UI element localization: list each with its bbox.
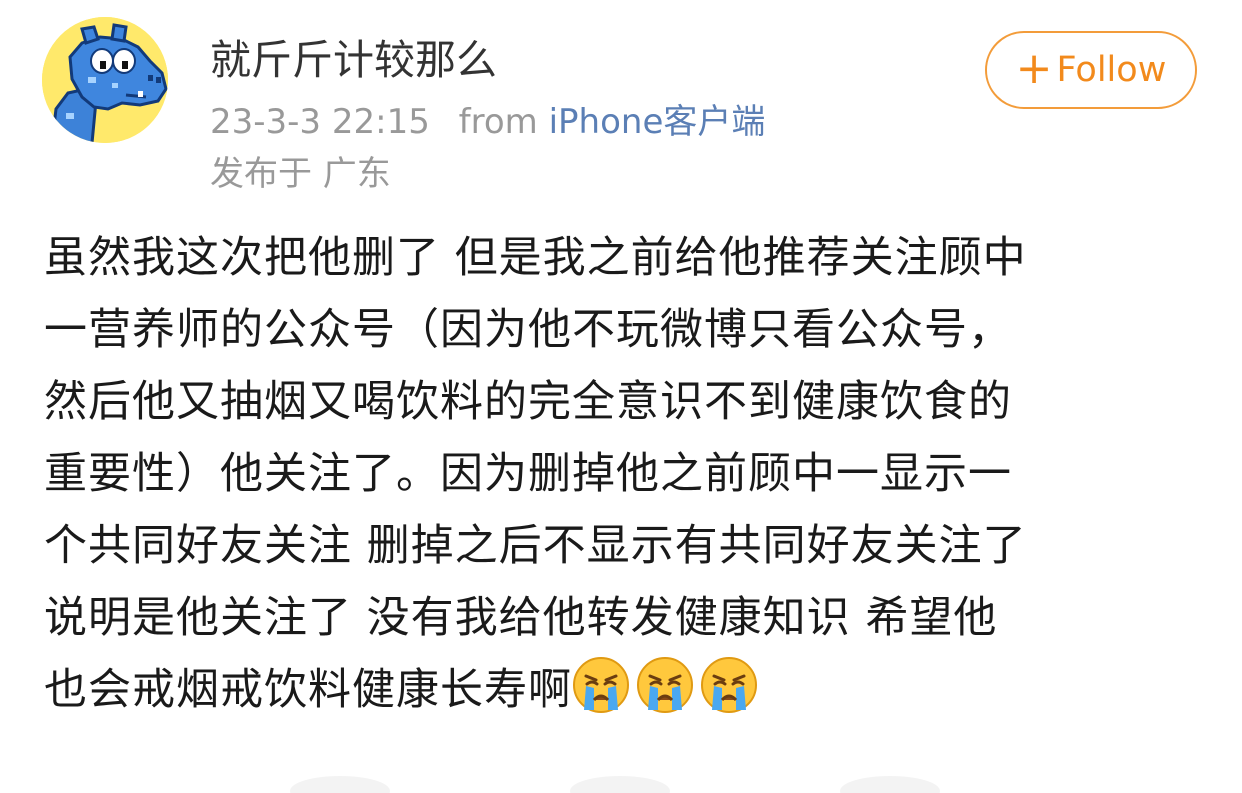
- hippo-avatar-icon: [42, 17, 168, 143]
- follow-label: Follow: [1056, 50, 1167, 90]
- post-location: 发布于 广东: [210, 154, 391, 194]
- crying-face-emoji: [636, 656, 694, 714]
- post-text-line: 个共同好友关注 删掉之后不显示有共同好友关注了: [44, 521, 1027, 571]
- post-text-line: 重要性）他关注了。因为删掉他之前顾中一显示一: [44, 449, 1012, 499]
- post-text-line-last: 也会戒烟戒饮料健康长寿啊: [44, 654, 1204, 726]
- post-meta: 23-3-3 22:15 from iPhone客户端: [210, 100, 765, 144]
- plus-icon: +: [1015, 42, 1053, 94]
- weibo-post: 就斤斤计较那么 23-3-3 22:15 from iPhone客户端 发布于 …: [0, 0, 1242, 793]
- avatar[interactable]: [42, 17, 168, 143]
- device-link[interactable]: iPhone客户端: [549, 102, 766, 142]
- action-bar-edge: [0, 770, 1242, 793]
- source-prefix: from: [458, 102, 538, 142]
- post-text-line: 说明是他关注了 没有我给他转发健康知识 希望他: [44, 593, 998, 643]
- post-text-line: 也会戒烟戒饮料健康长寿啊: [44, 665, 572, 715]
- author-name[interactable]: 就斤斤计较那么: [210, 34, 497, 86]
- post-text-line: 一营养师的公众号（因为他不玩微博只看公众号，: [44, 305, 1012, 355]
- crying-face-emoji: [700, 656, 758, 714]
- post-text-line: 然后他又抽烟又喝饮料的完全意识不到健康饮食的: [44, 377, 1012, 427]
- post-content: 虽然我这次把他删了 但是我之前给他推荐关注顾中 一营养师的公众号（因为他不玩微博…: [44, 222, 1204, 726]
- post-time: 23-3-3 22:15: [210, 102, 430, 142]
- post-text-line: 虽然我这次把他删了 但是我之前给他推荐关注顾中: [44, 233, 1027, 283]
- crying-face-emoji: [572, 656, 630, 714]
- follow-button[interactable]: + Follow: [985, 31, 1197, 109]
